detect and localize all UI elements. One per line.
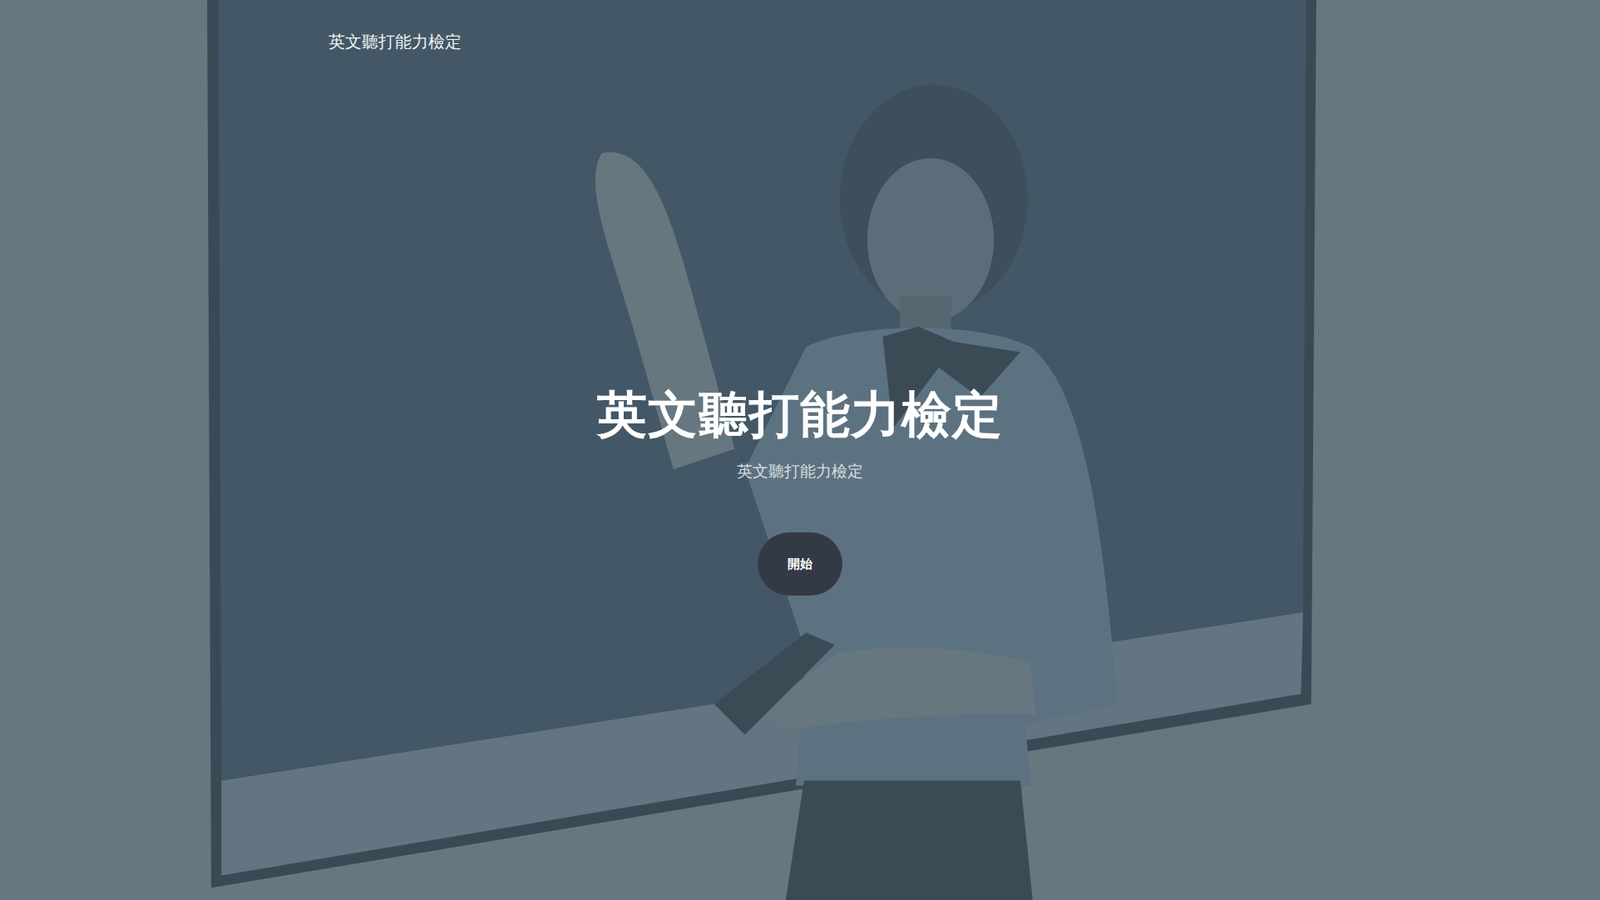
landing-page: 英文聽打能力檢定英文聽打能力檢定英文聽打能力檢定開始 [0,0,1600,900]
brand-title[interactable]: 英文聽打能力檢定 [328,29,462,54]
hero-title: 英文聽打能力檢定 [597,384,1003,445]
hero: 英文聽打能力檢定英文聽打能力檢定開始 [0,63,1600,596]
teacher-illustration [0,0,1600,900]
hero-subtitle: 英文聽打能力檢定 [736,459,864,482]
header: 英文聽打能力檢定 [0,0,1600,64]
start-button[interactable]: 開始 [757,532,843,596]
